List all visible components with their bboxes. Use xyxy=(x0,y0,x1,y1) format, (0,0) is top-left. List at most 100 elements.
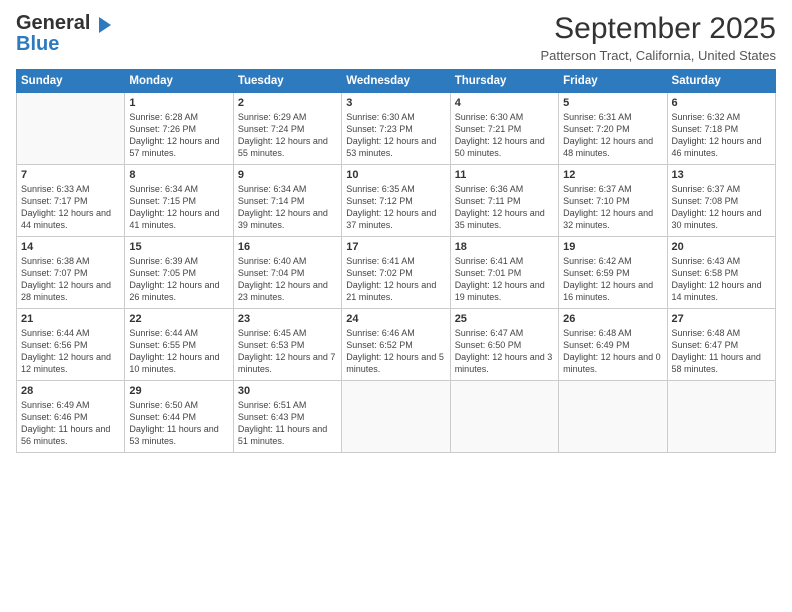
sunrise-text: Sunrise: 6:45 AM xyxy=(238,327,337,339)
daylight-text: Daylight: 12 hours and 19 minutes. xyxy=(455,279,554,303)
cell-info: Sunrise: 6:41 AM Sunset: 7:02 PM Dayligh… xyxy=(346,255,445,304)
calendar-cell: 29 Sunrise: 6:50 AM Sunset: 6:44 PM Dayl… xyxy=(125,381,233,453)
day-number: 2 xyxy=(238,97,337,109)
calendar-cell: 25 Sunrise: 6:47 AM Sunset: 6:50 PM Dayl… xyxy=(450,309,558,381)
calendar-cell: 23 Sunrise: 6:45 AM Sunset: 6:53 PM Dayl… xyxy=(233,309,341,381)
calendar-cell: 8 Sunrise: 6:34 AM Sunset: 7:15 PM Dayli… xyxy=(125,165,233,237)
cell-info: Sunrise: 6:40 AM Sunset: 7:04 PM Dayligh… xyxy=(238,255,337,304)
daylight-text: Daylight: 12 hours and 10 minutes. xyxy=(129,351,228,375)
calendar-cell: 21 Sunrise: 6:44 AM Sunset: 6:56 PM Dayl… xyxy=(17,309,125,381)
calendar-week-0: 1 Sunrise: 6:28 AM Sunset: 7:26 PM Dayli… xyxy=(17,93,776,165)
cell-info: Sunrise: 6:38 AM Sunset: 7:07 PM Dayligh… xyxy=(21,255,120,304)
calendar-week-1: 7 Sunrise: 6:33 AM Sunset: 7:17 PM Dayli… xyxy=(17,165,776,237)
daylight-text: Daylight: 12 hours and 3 minutes. xyxy=(455,351,554,375)
sunset-text: Sunset: 7:23 PM xyxy=(346,123,445,135)
daylight-text: Daylight: 12 hours and 53 minutes. xyxy=(346,135,445,159)
calendar-week-2: 14 Sunrise: 6:38 AM Sunset: 7:07 PM Dayl… xyxy=(17,237,776,309)
sunrise-text: Sunrise: 6:37 AM xyxy=(672,183,771,195)
day-number: 6 xyxy=(672,97,771,109)
location-title: Patterson Tract, California, United Stat… xyxy=(540,48,776,63)
sunset-text: Sunset: 6:55 PM xyxy=(129,339,228,351)
daylight-text: Daylight: 12 hours and 44 minutes. xyxy=(21,207,120,231)
day-number: 15 xyxy=(129,241,228,253)
calendar-cell xyxy=(342,381,450,453)
sunset-text: Sunset: 6:46 PM xyxy=(21,411,120,423)
calendar-cell: 24 Sunrise: 6:46 AM Sunset: 6:52 PM Dayl… xyxy=(342,309,450,381)
day-number: 12 xyxy=(563,169,662,181)
day-number: 1 xyxy=(129,97,228,109)
cell-info: Sunrise: 6:39 AM Sunset: 7:05 PM Dayligh… xyxy=(129,255,228,304)
header-sunday: Sunday xyxy=(17,70,125,93)
calendar-cell: 26 Sunrise: 6:48 AM Sunset: 6:49 PM Dayl… xyxy=(559,309,667,381)
sunrise-text: Sunrise: 6:29 AM xyxy=(238,111,337,123)
sunset-text: Sunset: 7:14 PM xyxy=(238,195,337,207)
daylight-text: Daylight: 12 hours and 48 minutes. xyxy=(563,135,662,159)
calendar-cell: 27 Sunrise: 6:48 AM Sunset: 6:47 PM Dayl… xyxy=(667,309,775,381)
sunrise-text: Sunrise: 6:34 AM xyxy=(129,183,228,195)
sunset-text: Sunset: 6:44 PM xyxy=(129,411,228,423)
day-number: 16 xyxy=(238,241,337,253)
cell-info: Sunrise: 6:46 AM Sunset: 6:52 PM Dayligh… xyxy=(346,327,445,376)
day-number: 14 xyxy=(21,241,120,253)
sunset-text: Sunset: 7:02 PM xyxy=(346,267,445,279)
logo-general-text: General xyxy=(16,12,90,35)
cell-info: Sunrise: 6:44 AM Sunset: 6:56 PM Dayligh… xyxy=(21,327,120,376)
daylight-text: Daylight: 12 hours and 46 minutes. xyxy=(672,135,771,159)
sunrise-text: Sunrise: 6:44 AM xyxy=(129,327,228,339)
daylight-text: Daylight: 11 hours and 56 minutes. xyxy=(21,423,120,447)
sunset-text: Sunset: 6:59 PM xyxy=(563,267,662,279)
cell-info: Sunrise: 6:49 AM Sunset: 6:46 PM Dayligh… xyxy=(21,399,120,448)
cell-info: Sunrise: 6:29 AM Sunset: 7:24 PM Dayligh… xyxy=(238,111,337,160)
calendar-cell: 16 Sunrise: 6:40 AM Sunset: 7:04 PM Dayl… xyxy=(233,237,341,309)
day-number: 11 xyxy=(455,169,554,181)
sunset-text: Sunset: 6:58 PM xyxy=(672,267,771,279)
daylight-text: Daylight: 12 hours and 55 minutes. xyxy=(238,135,337,159)
day-number: 20 xyxy=(672,241,771,253)
cell-info: Sunrise: 6:35 AM Sunset: 7:12 PM Dayligh… xyxy=(346,183,445,232)
day-number: 13 xyxy=(672,169,771,181)
daylight-text: Daylight: 12 hours and 0 minutes. xyxy=(563,351,662,375)
daylight-text: Daylight: 12 hours and 26 minutes. xyxy=(129,279,228,303)
daylight-text: Daylight: 12 hours and 41 minutes. xyxy=(129,207,228,231)
daylight-text: Daylight: 12 hours and 57 minutes. xyxy=(129,135,228,159)
sunset-text: Sunset: 7:17 PM xyxy=(21,195,120,207)
day-number: 29 xyxy=(129,385,228,397)
cell-info: Sunrise: 6:33 AM Sunset: 7:17 PM Dayligh… xyxy=(21,183,120,232)
sunrise-text: Sunrise: 6:30 AM xyxy=(346,111,445,123)
sunrise-text: Sunrise: 6:46 AM xyxy=(346,327,445,339)
sunrise-text: Sunrise: 6:41 AM xyxy=(346,255,445,267)
sunrise-text: Sunrise: 6:32 AM xyxy=(672,111,771,123)
header-thursday: Thursday xyxy=(450,70,558,93)
sunrise-text: Sunrise: 6:41 AM xyxy=(455,255,554,267)
cell-info: Sunrise: 6:45 AM Sunset: 6:53 PM Dayligh… xyxy=(238,327,337,376)
calendar-cell xyxy=(17,93,125,165)
cell-info: Sunrise: 6:31 AM Sunset: 7:20 PM Dayligh… xyxy=(563,111,662,160)
sunrise-text: Sunrise: 6:40 AM xyxy=(238,255,337,267)
daylight-text: Daylight: 12 hours and 14 minutes. xyxy=(672,279,771,303)
daylight-text: Daylight: 11 hours and 58 minutes. xyxy=(672,351,771,375)
sunrise-text: Sunrise: 6:51 AM xyxy=(238,399,337,411)
cell-info: Sunrise: 6:37 AM Sunset: 7:08 PM Dayligh… xyxy=(672,183,771,232)
logo-arrow-icon xyxy=(91,17,111,33)
cell-info: Sunrise: 6:48 AM Sunset: 6:49 PM Dayligh… xyxy=(563,327,662,376)
day-number: 23 xyxy=(238,313,337,325)
sunrise-text: Sunrise: 6:48 AM xyxy=(672,327,771,339)
calendar-cell xyxy=(559,381,667,453)
calendar-cell: 18 Sunrise: 6:41 AM Sunset: 7:01 PM Dayl… xyxy=(450,237,558,309)
day-number: 27 xyxy=(672,313,771,325)
sunrise-text: Sunrise: 6:48 AM xyxy=(563,327,662,339)
calendar-cell: 28 Sunrise: 6:49 AM Sunset: 6:46 PM Dayl… xyxy=(17,381,125,453)
daylight-text: Daylight: 12 hours and 12 minutes. xyxy=(21,351,120,375)
daylight-text: Daylight: 12 hours and 37 minutes. xyxy=(346,207,445,231)
calendar-cell: 30 Sunrise: 6:51 AM Sunset: 6:43 PM Dayl… xyxy=(233,381,341,453)
calendar-cell: 1 Sunrise: 6:28 AM Sunset: 7:26 PM Dayli… xyxy=(125,93,233,165)
sunrise-text: Sunrise: 6:47 AM xyxy=(455,327,554,339)
calendar-cell: 6 Sunrise: 6:32 AM Sunset: 7:18 PM Dayli… xyxy=(667,93,775,165)
daylight-text: Daylight: 11 hours and 51 minutes. xyxy=(238,423,337,447)
cell-info: Sunrise: 6:50 AM Sunset: 6:44 PM Dayligh… xyxy=(129,399,228,448)
cell-info: Sunrise: 6:43 AM Sunset: 6:58 PM Dayligh… xyxy=(672,255,771,304)
day-number: 8 xyxy=(129,169,228,181)
day-number: 25 xyxy=(455,313,554,325)
sunrise-text: Sunrise: 6:36 AM xyxy=(455,183,554,195)
calendar-cell: 13 Sunrise: 6:37 AM Sunset: 7:08 PM Dayl… xyxy=(667,165,775,237)
